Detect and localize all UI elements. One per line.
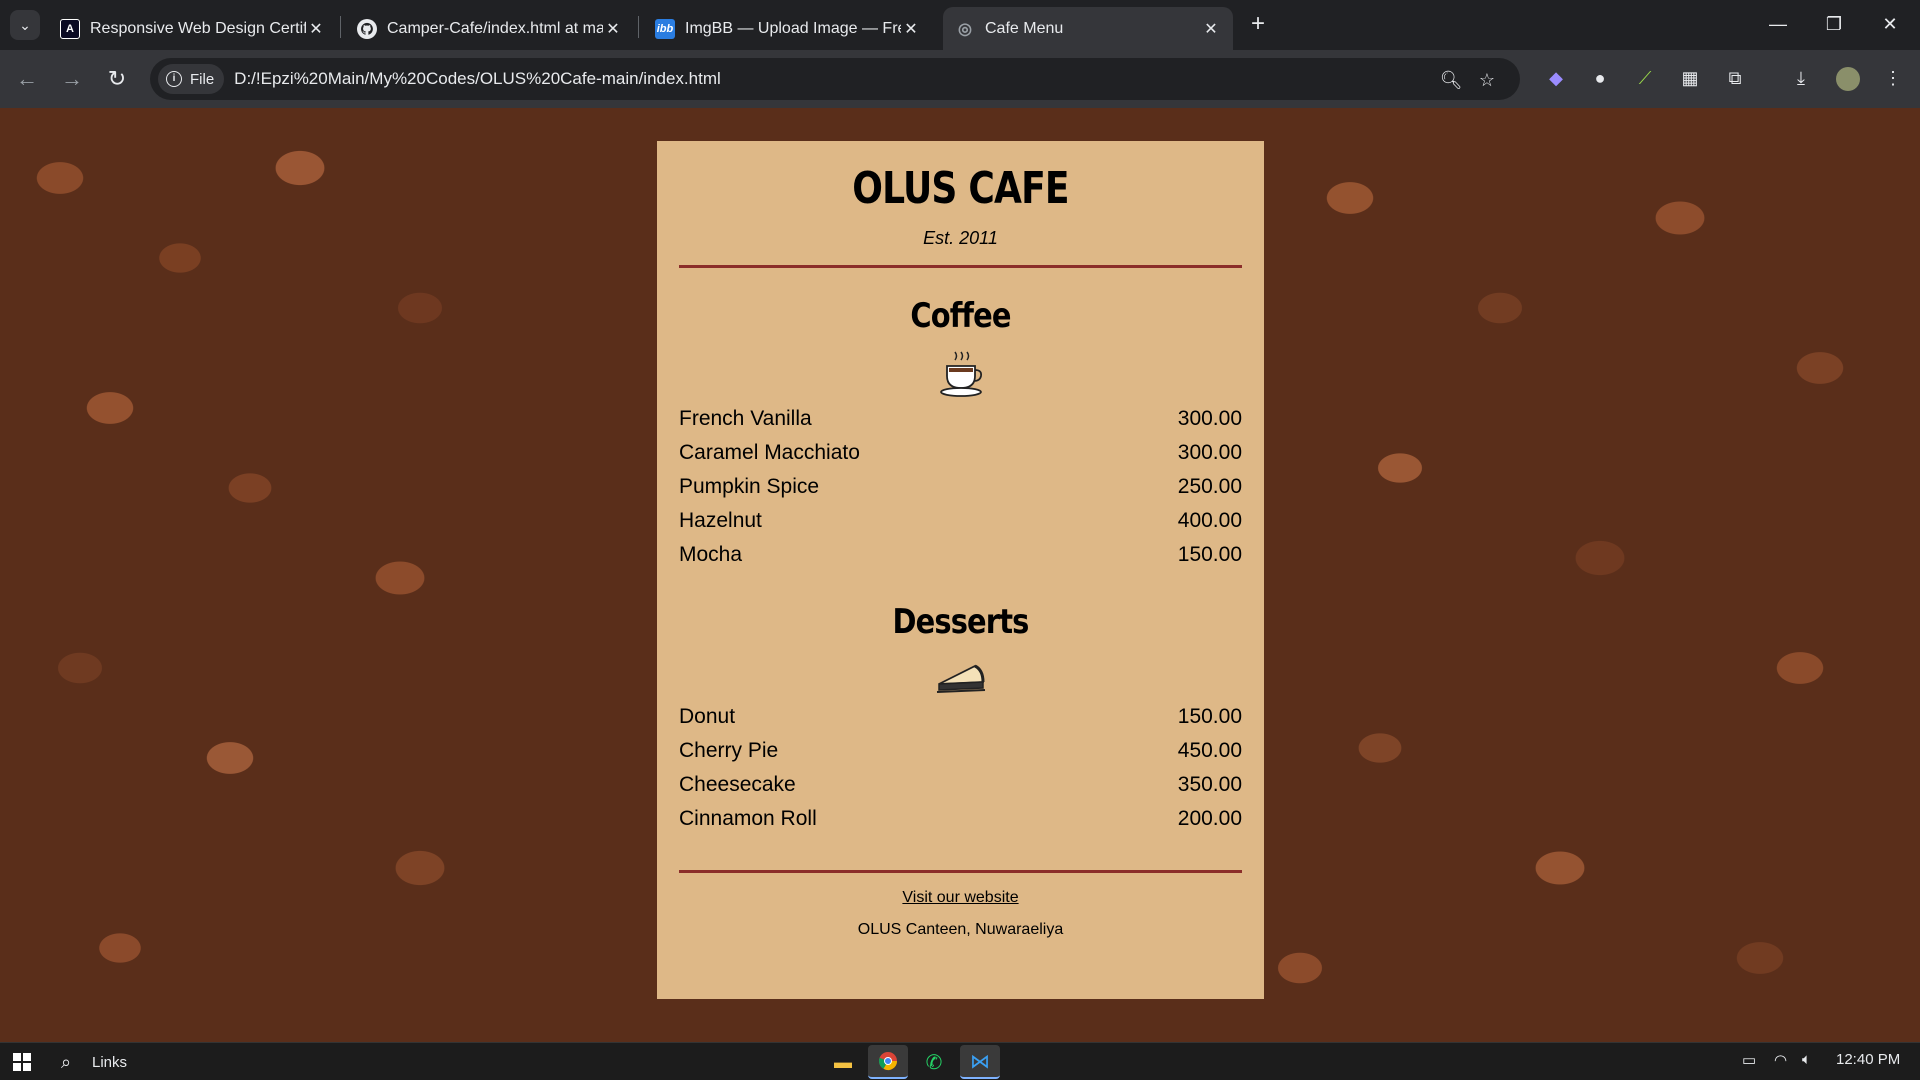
page-icon: ◎ bbox=[958, 20, 972, 38]
extensions-puzzle-icon[interactable]: ⧉ bbox=[1720, 63, 1750, 93]
minimize-button[interactable]: — bbox=[1750, 0, 1806, 50]
tab-title: Camper-Cafe/index.html at mai bbox=[387, 19, 603, 37]
item-price: 400.00 bbox=[1177, 509, 1242, 532]
close-icon[interactable]: ✕ bbox=[1201, 19, 1221, 39]
browser-toolbar: ← → ↻ i File D:/!Epzi%20Main/My%20Codes/… bbox=[0, 50, 1920, 108]
info-icon: i bbox=[166, 71, 182, 87]
windows-start-icon[interactable] bbox=[8, 1045, 36, 1079]
section-title: Desserts bbox=[892, 602, 1029, 642]
new-tab-button[interactable]: + bbox=[1243, 10, 1273, 40]
section-title: Coffee bbox=[910, 296, 1011, 336]
tab-github[interactable]: Camper-Cafe/index.html at mai ✕ bbox=[345, 7, 635, 50]
menu-item: French Vanilla 300.00 bbox=[679, 402, 1242, 436]
item-name: Cinnamon Roll bbox=[679, 807, 817, 830]
tab-search-button[interactable]: ⌄ bbox=[10, 10, 40, 40]
desserts-list: Donut 150.00 Cherry Pie 450.00 Cheesecake 3… bbox=[679, 700, 1242, 836]
desserts-section: Desserts Donut 150.00 Cherry Pie 450.00 Ch… bbox=[679, 602, 1242, 836]
bookmark-star-icon[interactable]: ☆ bbox=[1474, 67, 1500, 93]
menu-kebab-icon[interactable]: ⋮ bbox=[1878, 63, 1908, 93]
clock-time[interactable]: 12:40 PM bbox=[1836, 1051, 1900, 1068]
item-price: 150.00 bbox=[1177, 543, 1242, 566]
established-text: Est. 2011 bbox=[923, 228, 998, 248]
item-name: Cherry Pie bbox=[679, 739, 779, 762]
menu-footer: Visit our website OLUS Canteen, Nuwarael… bbox=[679, 889, 1242, 939]
item-name: Cheesecake bbox=[679, 773, 796, 796]
item-price: 300.00 bbox=[1177, 407, 1242, 430]
menu-item: Cherry Pie 450.00 bbox=[679, 734, 1242, 768]
qr-code-icon[interactable]: ▦ bbox=[1675, 63, 1705, 93]
battery-icon[interactable]: ▭ bbox=[1742, 1051, 1756, 1069]
item-name: Caramel Macchiato bbox=[679, 441, 860, 464]
close-icon[interactable]: ✕ bbox=[306, 19, 326, 39]
item-name: French Vanilla bbox=[679, 407, 812, 430]
item-name: Hazelnut bbox=[679, 509, 762, 532]
item-price: 150.00 bbox=[1177, 705, 1242, 728]
chip-label: File bbox=[190, 70, 215, 88]
item-name: Mocha bbox=[679, 543, 743, 566]
avatar[interactable] bbox=[1833, 63, 1863, 93]
chrome-icon[interactable] bbox=[868, 1045, 908, 1079]
coffee-list: French Vanilla 300.00 Caramel Macchiato 30… bbox=[679, 402, 1242, 572]
restore-button[interactable]: ❐ bbox=[1806, 0, 1862, 50]
tab-title: Responsive Web Design Certific bbox=[90, 19, 306, 37]
file-explorer-icon[interactable]: ▬ bbox=[823, 1045, 863, 1079]
item-name: Donut bbox=[679, 705, 736, 728]
zoom-icon[interactable]: 🔍︎ bbox=[1438, 67, 1464, 93]
back-button[interactable]: ← bbox=[10, 62, 44, 96]
page-viewport: OLUS CAFE Est. 2011 Coffee French Vanill… bbox=[0, 108, 1920, 1042]
close-icon[interactable]: ✕ bbox=[901, 19, 921, 39]
tab-strip: ⌄ A Responsive Web Design Certific ✕ Cam… bbox=[0, 0, 1920, 50]
site-info-chip[interactable]: i File bbox=[158, 64, 225, 94]
freecodecamp-icon: A bbox=[60, 18, 80, 39]
menu-item: Cinnamon Roll 200.00 bbox=[679, 802, 1242, 836]
menu-item: Pumpkin Spice 250.00 bbox=[679, 470, 1242, 504]
menu-card: OLUS CAFE Est. 2011 Coffee French Vanill… bbox=[657, 141, 1264, 999]
reload-button[interactable]: ↻ bbox=[100, 62, 134, 96]
tab-imgbb[interactable]: ibb ImgBB — Upload Image — Free ✕ bbox=[643, 7, 933, 50]
menu-item: Hazelnut 400.00 bbox=[679, 504, 1242, 538]
vscode-icon[interactable]: ⋈ bbox=[960, 1045, 1000, 1079]
search-icon[interactable]: ⌕ bbox=[54, 1045, 78, 1079]
volume-icon[interactable]: 🔈︎ bbox=[1802, 1051, 1811, 1068]
pie-icon bbox=[679, 660, 1242, 700]
imgbb-icon: ibb bbox=[655, 18, 675, 39]
coffee-section: Coffee French Vanilla 300.00 Caramel Macc… bbox=[679, 296, 1242, 572]
tab-fcc[interactable]: A Responsive Web Design Certific ✕ bbox=[48, 7, 338, 50]
forward-button[interactable]: → bbox=[55, 62, 89, 96]
whatsapp-icon[interactable]: ✆ bbox=[914, 1045, 954, 1079]
url-text[interactable]: D:/!Epzi%20Main/My%20Codes/OLUS%20Cafe-m… bbox=[234, 69, 721, 89]
divider bbox=[679, 265, 1242, 268]
tab-separator bbox=[638, 16, 639, 38]
tab-title: Cafe Menu bbox=[985, 19, 1064, 37]
item-price: 300.00 bbox=[1177, 441, 1242, 464]
download-icon[interactable]: ⤓ bbox=[1786, 63, 1816, 93]
address-bar[interactable]: i File D:/!Epzi%20Main/My%20Codes/OLUS%2… bbox=[150, 58, 1520, 100]
close-icon[interactable]: ✕ bbox=[603, 19, 623, 39]
item-price: 350.00 bbox=[1177, 773, 1242, 796]
extension-icon[interactable]: ⟋ bbox=[1630, 63, 1660, 93]
item-name: Pumpkin Spice bbox=[679, 475, 820, 498]
wifi-icon[interactable]: ◠ bbox=[1774, 1051, 1787, 1069]
taskbar: ⌕ Links ▬ ✆ ⋈ ▭ ◠ 🔈︎ 12:40 PM bbox=[0, 1042, 1920, 1080]
item-price: 450.00 bbox=[1177, 739, 1242, 762]
menu-item: Caramel Macchiato 300.00 bbox=[679, 436, 1242, 470]
item-price: 250.00 bbox=[1177, 475, 1242, 498]
visit-website-link[interactable]: Visit our website bbox=[679, 889, 1242, 907]
github-icon bbox=[357, 18, 377, 39]
menu-item: Cheesecake 350.00 bbox=[679, 768, 1242, 802]
divider bbox=[679, 870, 1242, 873]
tab-cafe-menu[interactable]: ◎ Cafe Menu ✕ bbox=[943, 7, 1233, 50]
extension-icon[interactable]: ◆ bbox=[1541, 63, 1571, 93]
tab-title: ImgBB — Upload Image — Free bbox=[685, 19, 901, 37]
extension-icon[interactable]: ● bbox=[1585, 63, 1615, 93]
menu-item: Mocha 150.00 bbox=[679, 538, 1242, 572]
menu-item: Donut 150.00 bbox=[679, 700, 1242, 734]
cafe-name: OLUS CAFE bbox=[852, 163, 1069, 214]
coffee-cup-icon bbox=[679, 350, 1242, 402]
close-window-button[interactable]: ✕ bbox=[1862, 0, 1918, 50]
tab-separator bbox=[340, 16, 341, 38]
address-text: OLUS Canteen, Nuwaraeliya bbox=[857, 921, 1064, 938]
item-price: 200.00 bbox=[1177, 807, 1242, 830]
links-toolbar[interactable]: Links bbox=[92, 1045, 142, 1079]
